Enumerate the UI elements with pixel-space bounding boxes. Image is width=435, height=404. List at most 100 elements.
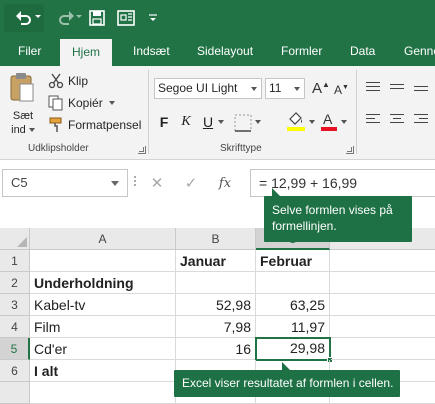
column-header-b[interactable]: B [176,228,256,250]
name-box-dropdown-icon[interactable] [111,181,119,186]
result-callout: Excel viser resultatet af formlen i cell… [174,362,400,397]
cell-d3[interactable] [330,294,435,316]
redo-dropdown-icon[interactable] [76,15,82,18]
formula-bar-grip[interactable] [133,174,137,192]
row-header-4[interactable]: 4 [0,316,30,338]
cell-a2[interactable]: Underholdning [30,272,176,294]
redo-button[interactable] [50,4,82,32]
svg-text:A: A [323,111,333,127]
cell-b5[interactable]: 16 [176,338,256,360]
enter-icon[interactable]: ✓ [174,174,208,192]
row-header-1[interactable]: 1 [0,250,30,272]
font-size-dropdown-icon[interactable] [294,87,300,91]
cell-a7[interactable] [30,382,176,404]
fill-color-icon[interactable] [286,110,306,132]
clipboard-launcher-icon[interactable] [138,146,146,154]
font-size-box[interactable]: 11 [265,78,305,99]
font-name-dropdown-icon[interactable] [251,87,257,91]
copy-label: Kopiér [68,96,103,110]
title-bar [0,0,435,36]
presentation-button[interactable] [115,4,137,32]
format-painter-label: Formatpensel [68,118,142,132]
save-icon [89,10,105,26]
font-size-value: 11 [269,81,282,95]
cell-c4[interactable]: 11,97 [256,316,330,338]
alignment-group [362,78,434,138]
undo-button[interactable] [4,4,44,32]
font-color-dropdown-icon[interactable] [341,120,347,124]
borders-dropdown-icon[interactable] [255,120,261,124]
cell-c2[interactable] [256,272,330,294]
align-middle-icon[interactable] [390,80,406,94]
copy-icon [48,95,63,111]
cell-c5[interactable]: 29,98 [255,337,331,361]
align-bottom-icon[interactable] [414,80,430,94]
align-left-icon[interactable] [366,112,382,126]
cell-b4[interactable]: 7,98 [176,316,256,338]
cell-a1[interactable] [30,250,176,272]
paste-icon [10,73,34,102]
align-top-icon[interactable] [366,80,382,94]
paste-label-2: ind [6,124,40,136]
cell-c3[interactable]: 63,25 [256,294,330,316]
group-separator [148,70,149,154]
row-header-2[interactable]: 2 [0,272,30,294]
redo-icon [59,11,74,25]
row-header-7[interactable] [0,382,30,404]
underline-dropdown-icon[interactable] [218,120,224,124]
customize-toolbar-button[interactable] [145,4,161,32]
tab-indsaet[interactable]: Indsæt [133,36,170,66]
italic-button[interactable]: K [178,110,194,134]
tab-data[interactable]: Data [350,36,375,66]
select-all-button[interactable] [0,228,30,250]
tab-formler[interactable]: Formler [281,36,322,66]
copy-dropdown-icon[interactable] [108,101,115,105]
cell-b1[interactable]: Januar [176,250,256,272]
shrink-font-icon[interactable]: A▼ [334,83,349,97]
cancel-icon[interactable]: ✕ [140,174,174,192]
column-header-a[interactable]: A [30,228,176,250]
align-center-icon[interactable] [390,112,406,126]
font-launcher-icon[interactable] [346,146,354,154]
tab-hjem[interactable]: Hjem [60,39,113,66]
ribbon: Sæt ind Klip Kopiér Formatpensel Udklips… [0,66,435,160]
paste-label: Sæt [12,110,34,122]
copy-button[interactable]: Kopiér [48,94,115,112]
fill-color-dropdown-icon[interactable] [309,120,315,124]
underline-button[interactable]: U [200,110,216,134]
format-painter-button[interactable]: Formatpensel [48,116,141,134]
cell-a3[interactable]: Kabel-tv [30,294,176,316]
cell-d2[interactable] [330,272,435,294]
font-name-box[interactable]: Segoe UI Light [154,78,262,99]
cell-d4[interactable] [330,316,435,338]
cell-b3[interactable]: 52,98 [176,294,256,316]
align-right-icon[interactable] [414,112,430,126]
customize-icon [149,14,157,21]
grow-font-icon[interactable]: A▲ [312,80,330,97]
cell-d1[interactable] [330,250,435,272]
paste-dropdown-icon[interactable] [28,128,35,133]
row-header-6[interactable]: 6 [0,360,30,382]
save-button[interactable] [87,4,107,32]
cell-a4[interactable]: Film [30,316,176,338]
font-color-icon[interactable]: A [320,110,338,132]
bold-button[interactable]: F [156,110,172,134]
cell-c1[interactable]: Februar [256,250,330,272]
borders-icon[interactable] [234,114,252,132]
tab-filer[interactable]: Filer [18,36,41,66]
tab-gennemse[interactable]: Genne [404,36,435,66]
cell-a5[interactable]: Cd'er [30,338,176,360]
name-box[interactable]: C5 [2,169,128,197]
cell-a6[interactable]: I alt [30,360,176,382]
font-name-value: Segoe UI Light [158,81,238,95]
insert-function-icon[interactable]: fx [208,176,242,191]
cell-b2[interactable] [176,272,256,294]
row-header-3[interactable]: 3 [0,294,30,316]
cut-button[interactable]: Klip [48,72,88,90]
cell-d5[interactable] [331,338,435,360]
font-group-label: Skrifttype [220,143,262,154]
tab-sidelayout[interactable]: Sidelayout [197,36,253,66]
undo-dropdown-icon[interactable] [35,15,41,18]
row-header-5[interactable]: 5 [0,338,30,360]
paste-button[interactable]: Sæt ind [6,70,40,142]
